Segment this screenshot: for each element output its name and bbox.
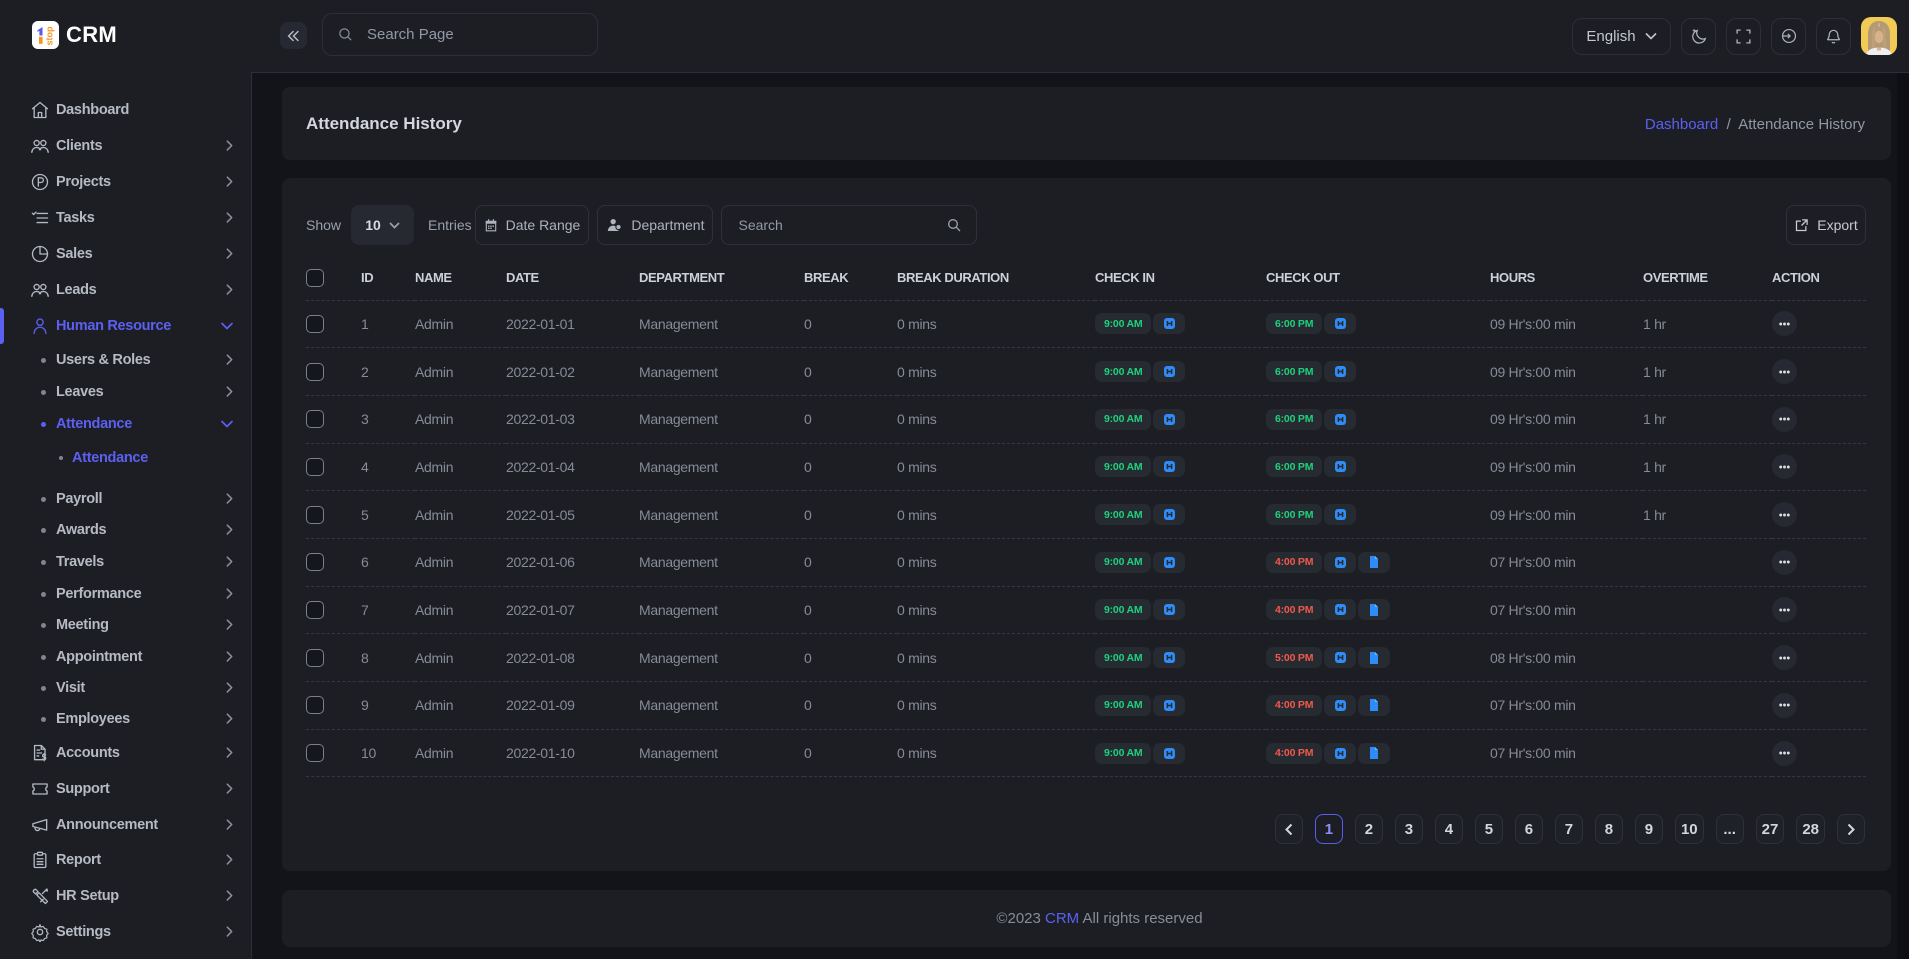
svg-text:stop: stop <box>45 26 55 46</box>
